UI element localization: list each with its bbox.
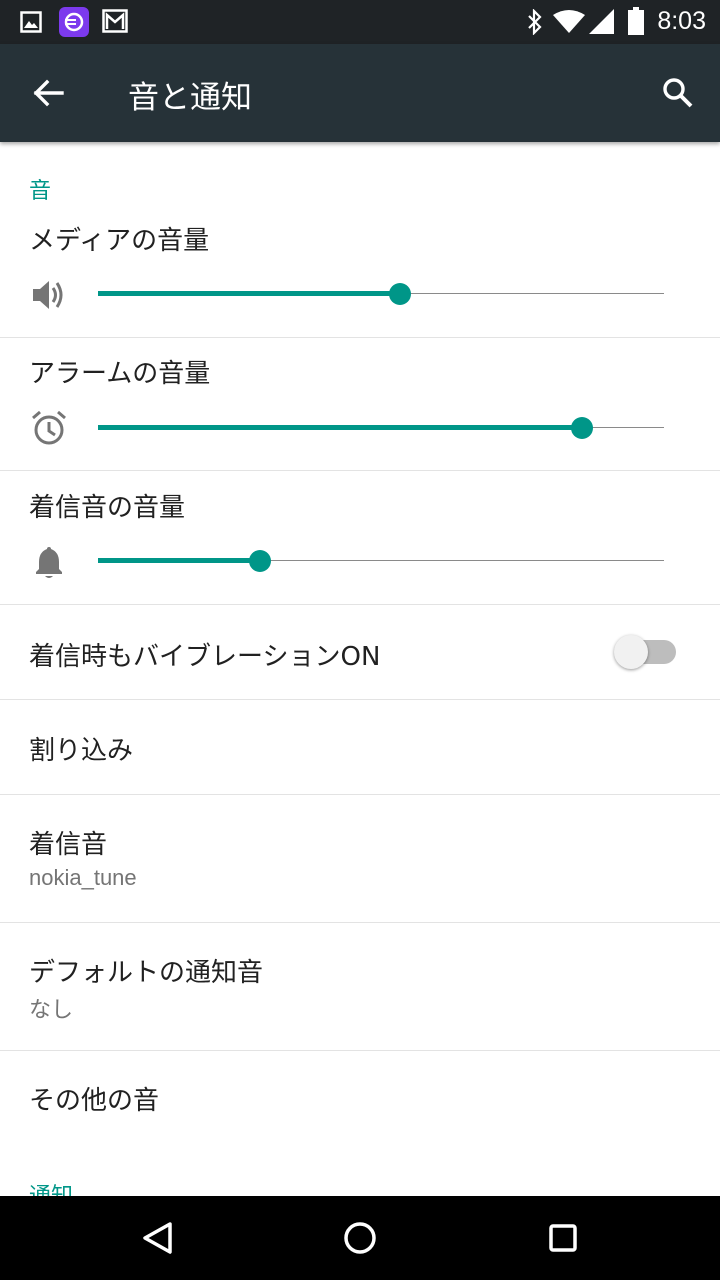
- alarm-volume-title: アラームの音量: [29, 359, 211, 389]
- section-header-sound: 音: [29, 179, 52, 204]
- interruptions-row[interactable]: 割り込み: [0, 700, 720, 794]
- slider-thumb[interactable]: [248, 550, 271, 572]
- ringtone-title: 着信音: [29, 830, 108, 860]
- vibrate-row[interactable]: 着信時もバイブレーションON: [0, 605, 720, 699]
- app-toolbar: 音と通知: [0, 44, 720, 142]
- status-bar: 8:03: [0, 0, 720, 44]
- app-notification-icon: [59, 7, 89, 37]
- status-time: 8:03: [657, 7, 706, 35]
- home-nav-icon: [344, 1222, 376, 1254]
- page-title: 音と通知: [128, 80, 252, 116]
- ringer-volume-slider[interactable]: [98, 546, 664, 576]
- media-volume-title: メディアの音量: [29, 226, 210, 256]
- divider: [0, 470, 720, 471]
- default-notification-summary: なし: [29, 997, 74, 1022]
- navigation-bar: [0, 1196, 720, 1280]
- bell-icon: [36, 547, 62, 578]
- search-icon: [663, 78, 693, 108]
- interruptions-title: 割り込み: [29, 736, 134, 766]
- ringer-volume-title: 着信音の音量: [29, 493, 186, 523]
- nav-home-button[interactable]: [336, 1214, 384, 1262]
- cell-signal-icon: [589, 9, 614, 34]
- settings-list[interactable]: 音 メディアの音量 アラームの音量 着信音の音量 着信時もバイブレーションON: [0, 142, 720, 1196]
- vibrate-title: 着信時もバイブレーションON: [29, 642, 381, 672]
- other-sounds-title: その他の音: [29, 1086, 160, 1116]
- alarm-volume-slider[interactable]: [98, 413, 664, 443]
- search-button[interactable]: [654, 69, 702, 117]
- ringtone-summary: nokia_tune: [29, 865, 137, 890]
- default-notification-title: デフォルトの通知音: [29, 958, 264, 988]
- recents-nav-icon: [549, 1224, 577, 1252]
- default-notification-row[interactable]: デフォルトの通知音 なし: [0, 923, 720, 1049]
- ringtone-row[interactable]: 着信音 nokia_tune: [0, 795, 720, 921]
- bluetooth-icon: [528, 9, 542, 35]
- alarm-icon: [32, 410, 66, 445]
- slider-fill: [98, 558, 260, 563]
- other-sounds-row[interactable]: その他の音: [0, 1051, 720, 1145]
- slider-thumb[interactable]: [570, 417, 593, 439]
- battery-icon: [628, 7, 644, 35]
- slider-fill: [98, 425, 582, 430]
- slider-thumb[interactable]: [388, 283, 411, 305]
- volume-icon: [33, 281, 63, 309]
- slider-fill: [98, 291, 400, 296]
- image-notification-icon: [20, 11, 42, 33]
- nav-recents-button[interactable]: [539, 1214, 587, 1262]
- wifi-icon: [553, 10, 585, 33]
- arrow-back-icon: [33, 79, 64, 107]
- back-nav-icon: [143, 1222, 172, 1254]
- gmail-notification-icon: [102, 9, 128, 33]
- divider: [0, 337, 720, 338]
- section-header-notification: 通知: [29, 1178, 73, 1196]
- vibrate-switch[interactable]: [614, 632, 678, 672]
- nav-back-button[interactable]: [134, 1214, 182, 1262]
- switch-thumb: [614, 635, 648, 669]
- media-volume-slider[interactable]: [98, 279, 664, 309]
- back-button[interactable]: [24, 69, 72, 117]
